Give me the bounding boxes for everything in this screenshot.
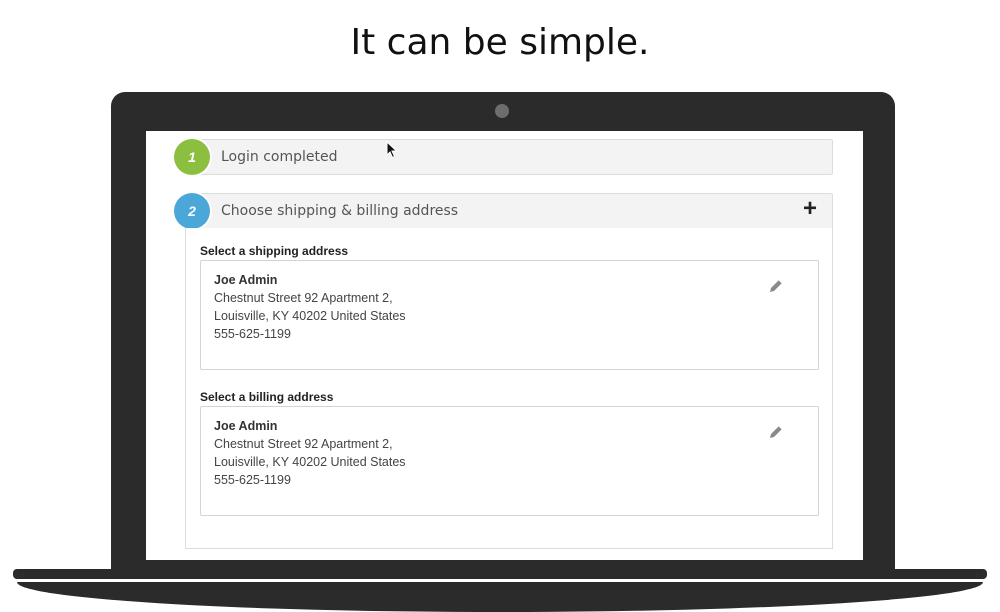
laptop-screen: 1 Login completed 2 Choose shipping & bi…	[146, 131, 863, 560]
plus-icon[interactable]: +	[799, 197, 821, 221]
step-2-title: Choose shipping & billing address	[221, 203, 459, 219]
laptop-base	[13, 569, 987, 579]
shipping-street: Chestnut Street 92 Apartment 2,	[214, 291, 393, 305]
billing-section-label: Select a billing address	[200, 390, 334, 404]
pencil-icon[interactable]	[767, 423, 785, 441]
mouse-cursor-icon	[386, 141, 398, 159]
billing-street: Chestnut Street 92 Apartment 2,	[214, 437, 393, 451]
step-2-badge: 2	[174, 193, 210, 229]
headline: It can be simple.	[350, 22, 650, 63]
billing-address-card[interactable]: Joe Admin Chestnut Street 92 Apartment 2…	[200, 406, 819, 516]
laptop-bottom	[17, 582, 983, 612]
billing-phone: 555-625-1199	[214, 473, 291, 487]
step-1-badge: 1	[174, 139, 210, 175]
pencil-icon[interactable]	[767, 277, 785, 295]
shipping-name: Joe Admin	[214, 273, 278, 287]
step-1-title: Login completed	[221, 149, 338, 165]
billing-city: Louisville, KY 40202 United States	[214, 455, 406, 469]
shipping-city: Louisville, KY 40202 United States	[214, 309, 406, 323]
billing-address-text: Joe Admin Chestnut Street 92 Apartment 2…	[214, 417, 406, 489]
shipping-section-label: Select a shipping address	[200, 244, 349, 258]
billing-name: Joe Admin	[214, 419, 278, 433]
shipping-phone: 555-625-1199	[214, 327, 291, 341]
shipping-address-text: Joe Admin Chestnut Street 92 Apartment 2…	[214, 271, 406, 343]
webcam-icon	[495, 104, 509, 118]
shipping-address-card[interactable]: Joe Admin Chestnut Street 92 Apartment 2…	[200, 260, 819, 370]
